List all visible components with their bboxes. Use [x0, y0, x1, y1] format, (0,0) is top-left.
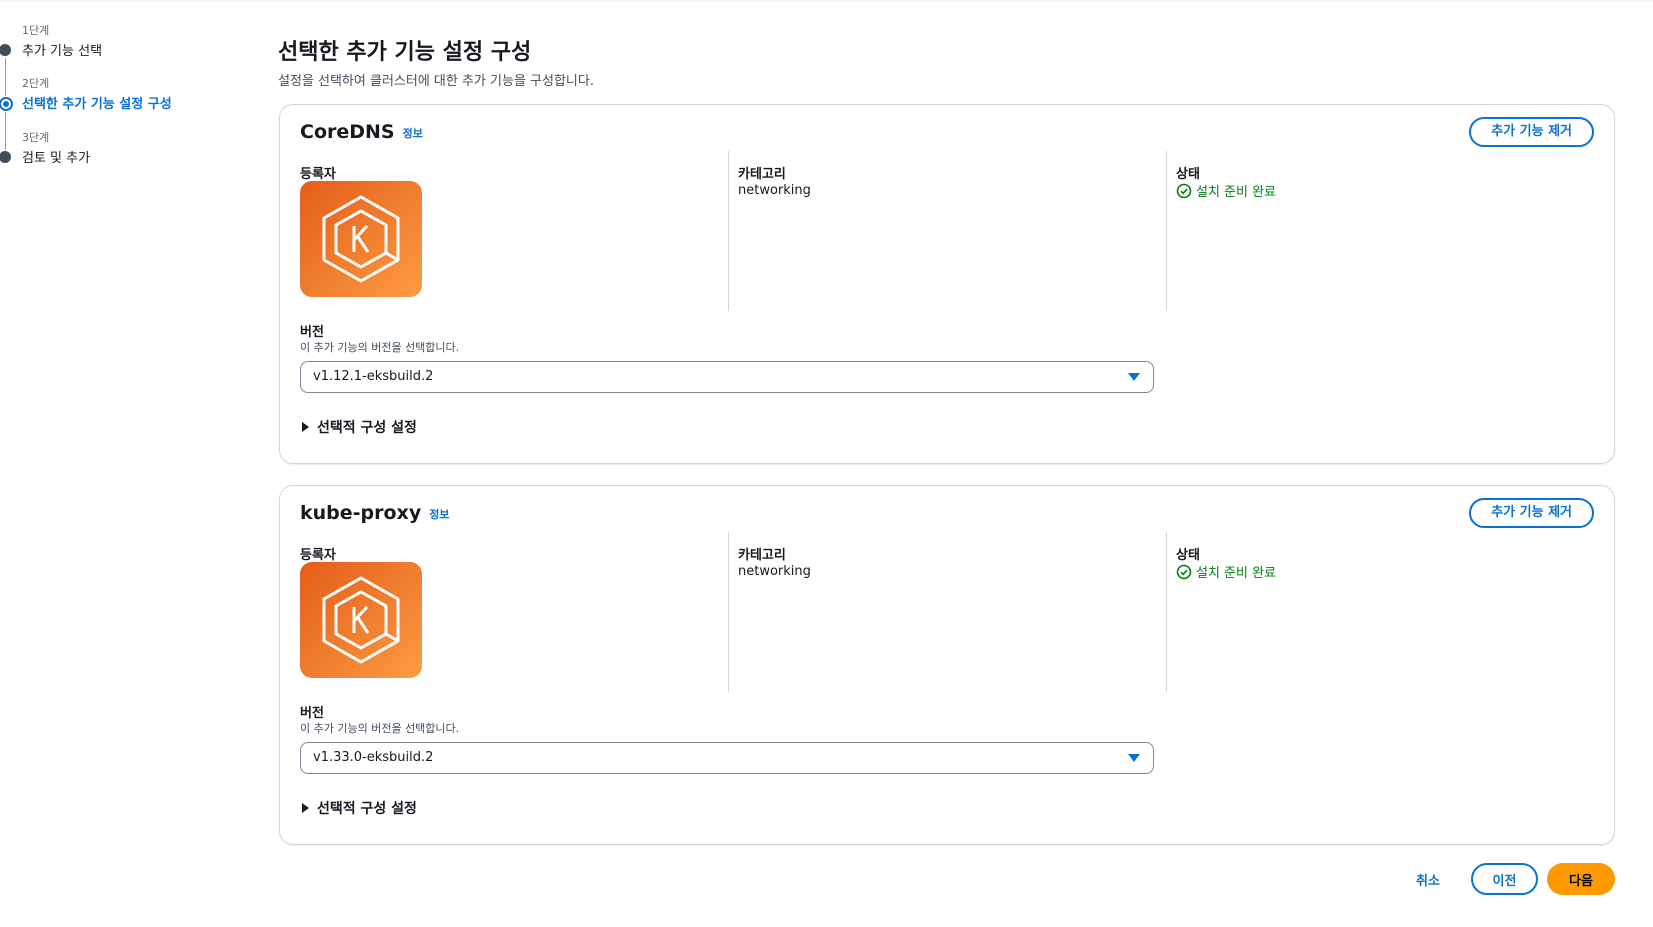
step-upcoming-icon: [0, 151, 11, 163]
page-title: 선택한 추가 기능 설정 구성: [278, 40, 532, 65]
kubernetes-k-hexagon-icon: [300, 181, 422, 297]
step-completed-icon: [0, 44, 11, 56]
publisher-label: 등록자: [300, 167, 336, 182]
cancel-button[interactable]: 취소: [1416, 870, 1440, 889]
publisher-label: 등록자: [300, 548, 336, 563]
eks-logo-icon: [322, 576, 400, 664]
column-divider: [728, 151, 729, 311]
info-link[interactable]: 정보: [429, 508, 449, 521]
step-active-icon: [0, 97, 13, 111]
caret-down-icon: [1128, 373, 1140, 381]
category-value: networking: [738, 183, 811, 198]
status-indicator: 설치 준비 완료: [1176, 562, 1276, 581]
category-label: 카테고리: [738, 548, 786, 563]
version-select[interactable]: v1.33.0-eksbuild.2: [300, 742, 1154, 774]
version-selected-value: v1.12.1-eksbuild.2: [313, 369, 434, 384]
info-link[interactable]: 정보: [403, 127, 423, 140]
top-border: [0, 0, 1653, 2]
addon-card-kube-proxy: kube-proxy 정보 추가 기능 제거 등록자 카테고리 networkin…: [279, 485, 1615, 845]
version-description: 이 추가 기능의 버전을 선택합니다.: [300, 341, 460, 354]
expander-label: 선택적 구성 설정: [317, 420, 417, 436]
addon-card-coredns: CoreDNS 정보 추가 기능 제거 등록자 카테고리 networking 상…: [279, 104, 1615, 464]
eks-logo-icon: [322, 195, 400, 283]
status-label: 상태: [1176, 167, 1200, 182]
caret-down-icon: [1128, 754, 1140, 762]
addon-title: CoreDNS 정보: [300, 121, 423, 143]
addon-name: kube-proxy: [300, 502, 422, 524]
remove-addon-button[interactable]: 추가 기능 제거: [1469, 117, 1594, 147]
column-divider: [1166, 151, 1167, 311]
step-connector: [5, 112, 6, 150]
category-value: networking: [738, 564, 811, 579]
expander-label: 선택적 구성 설정: [317, 801, 417, 817]
addon-title: kube-proxy 정보: [300, 502, 449, 524]
caret-right-icon: [302, 803, 309, 813]
version-label: 버전: [300, 325, 324, 340]
status-value: 설치 준비 완료: [1196, 566, 1277, 581]
column-divider: [1166, 532, 1167, 692]
check-circle-icon: [1176, 564, 1192, 579]
status-value: 설치 준비 완료: [1196, 185, 1277, 200]
page-description: 설정을 선택하여 클러스터에 대한 추가 기능을 구성합니다.: [278, 74, 594, 89]
status-indicator: 설치 준비 완료: [1176, 181, 1276, 200]
step-number: 3단계: [22, 131, 50, 144]
optional-settings-expander[interactable]: 선택적 구성 설정: [302, 417, 417, 437]
step-title: 선택한 추가 기능 설정 구성: [22, 97, 172, 112]
addon-name: CoreDNS: [300, 121, 395, 143]
next-button[interactable]: 다음: [1547, 863, 1615, 895]
caret-right-icon: [302, 422, 309, 432]
previous-button[interactable]: 이전: [1471, 863, 1538, 895]
remove-addon-button[interactable]: 추가 기능 제거: [1469, 498, 1594, 528]
kubernetes-k-hexagon-icon: [300, 562, 422, 678]
category-label: 카테고리: [738, 167, 786, 182]
version-description: 이 추가 기능의 버전을 선택합니다.: [300, 722, 460, 735]
version-selected-value: v1.33.0-eksbuild.2: [313, 750, 434, 765]
optional-settings-expander[interactable]: 선택적 구성 설정: [302, 798, 417, 818]
check-circle-icon: [1176, 183, 1192, 198]
step-number: 1단계: [22, 24, 50, 37]
step-connector: [5, 58, 6, 96]
step-title: 검토 및 추가: [22, 151, 91, 166]
step-number: 2단계: [22, 77, 50, 90]
column-divider: [728, 532, 729, 692]
status-label: 상태: [1176, 548, 1200, 563]
step-title[interactable]: 추가 기능 선택: [22, 40, 102, 59]
version-select[interactable]: v1.12.1-eksbuild.2: [300, 361, 1154, 393]
version-label: 버전: [300, 706, 324, 721]
